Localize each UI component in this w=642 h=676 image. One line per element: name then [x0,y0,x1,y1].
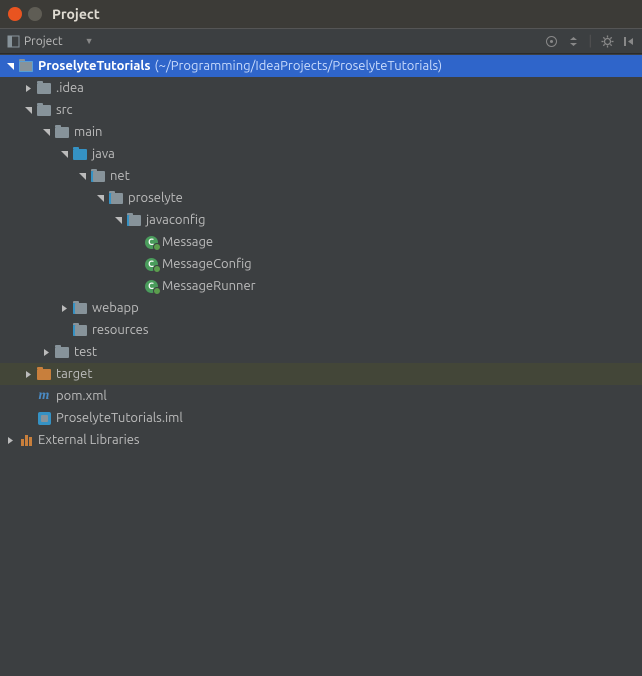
excluded-folder-icon [36,366,52,382]
folder-icon [54,124,70,140]
window-title: Project [52,6,100,22]
tree-node-idea[interactable]: .idea [0,77,642,99]
tree-node-target[interactable]: target [0,363,642,385]
tree-node-test[interactable]: test [0,341,642,363]
collapse-arrow-icon[interactable] [40,346,52,358]
tree-node-pom[interactable]: m pom.xml [0,385,642,407]
collapse-arrow-icon[interactable] [58,302,70,314]
project-view-label: Project [24,35,63,48]
tree-label: pom.xml [56,389,107,403]
tree-node-class-messageconfig[interactable]: C MessageConfig [0,253,642,275]
package-icon [90,168,106,184]
expand-arrow-icon[interactable] [94,192,106,204]
tree-node-main[interactable]: main [0,121,642,143]
tree-node-webapp[interactable]: webapp [0,297,642,319]
package-icon [108,190,124,206]
tree-node-java[interactable]: java [0,143,642,165]
tree-label: target [56,367,92,381]
tree-label: ProselyteTutorials.iml [56,411,183,425]
expand-arrow-icon[interactable] [112,214,124,226]
java-class-icon: C [144,235,158,249]
java-class-icon: C [144,257,158,271]
tree-label: webapp [92,301,139,315]
expand-arrow-icon[interactable] [40,126,52,138]
tree-label: Message [162,235,213,249]
tree-node-net[interactable]: net [0,165,642,187]
expand-arrow-icon[interactable] [76,170,88,182]
iml-file-icon [36,410,52,426]
tree-node-class-messagerunner[interactable]: C MessageRunner [0,275,642,297]
project-root-path: (~/Programming/IdeaProjects/ProselyteTut… [155,59,443,73]
hide-tool-window-icon[interactable] [622,34,636,48]
expand-arrow-icon[interactable] [4,60,16,72]
tree-node-javaconfig[interactable]: javaconfig [0,209,642,231]
java-class-icon: C [144,279,158,293]
tree-node-src[interactable]: src [0,99,642,121]
expand-arrow-icon[interactable] [58,148,70,160]
window-titlebar: Project [0,0,642,28]
source-folder-icon [72,146,88,162]
tree-label: MessageRunner [162,279,256,293]
web-folder-icon [72,300,88,316]
gear-icon[interactable] [600,34,614,48]
expand-arrow-icon[interactable] [22,104,34,116]
tree-node-project-root[interactable]: ProselyteTutorials (~/Programming/IdeaPr… [0,55,642,77]
tree-label: net [110,169,130,183]
tree-label: main [74,125,102,139]
collapse-arrow-icon[interactable] [22,82,34,94]
tree-label: javaconfig [146,213,205,227]
maven-file-icon: m [36,388,52,404]
folder-icon [36,102,52,118]
tree-label: .idea [56,81,84,95]
minimize-window-button[interactable] [28,7,42,21]
tree-label: test [74,345,97,359]
libraries-icon [18,432,34,448]
resources-folder-icon [72,322,88,338]
tree-label: src [56,103,73,117]
tree-label: resources [92,323,149,337]
tree-label: proselyte [128,191,183,205]
project-toolbar: Project ▼ | [0,28,642,54]
collapse-all-icon[interactable] [567,34,581,48]
tree-node-resources[interactable]: resources [0,319,642,341]
tree-node-iml[interactable]: ProselyteTutorials.iml [0,407,642,429]
tree-label: MessageConfig [162,257,252,271]
locate-icon[interactable] [545,34,559,48]
chevron-down-icon: ▼ [85,36,94,46]
project-view-icon [6,34,20,48]
project-root-name: ProselyteTutorials [38,59,151,73]
tree-node-proselyte[interactable]: proselyte [0,187,642,209]
package-icon [126,212,142,228]
tree-label: External Libraries [38,433,140,447]
project-tree[interactable]: ProselyteTutorials (~/Programming/IdeaPr… [0,54,642,676]
collapse-arrow-icon[interactable] [22,368,34,380]
project-view-selector[interactable]: Project ▼ [6,34,94,48]
close-window-button[interactable] [8,7,22,21]
module-folder-icon [18,58,34,74]
tree-node-class-message[interactable]: C Message [0,231,642,253]
tree-label: java [92,147,115,161]
folder-icon [54,344,70,360]
folder-icon [36,80,52,96]
tree-node-external-libraries[interactable]: External Libraries [0,429,642,451]
collapse-arrow-icon[interactable] [4,434,16,446]
